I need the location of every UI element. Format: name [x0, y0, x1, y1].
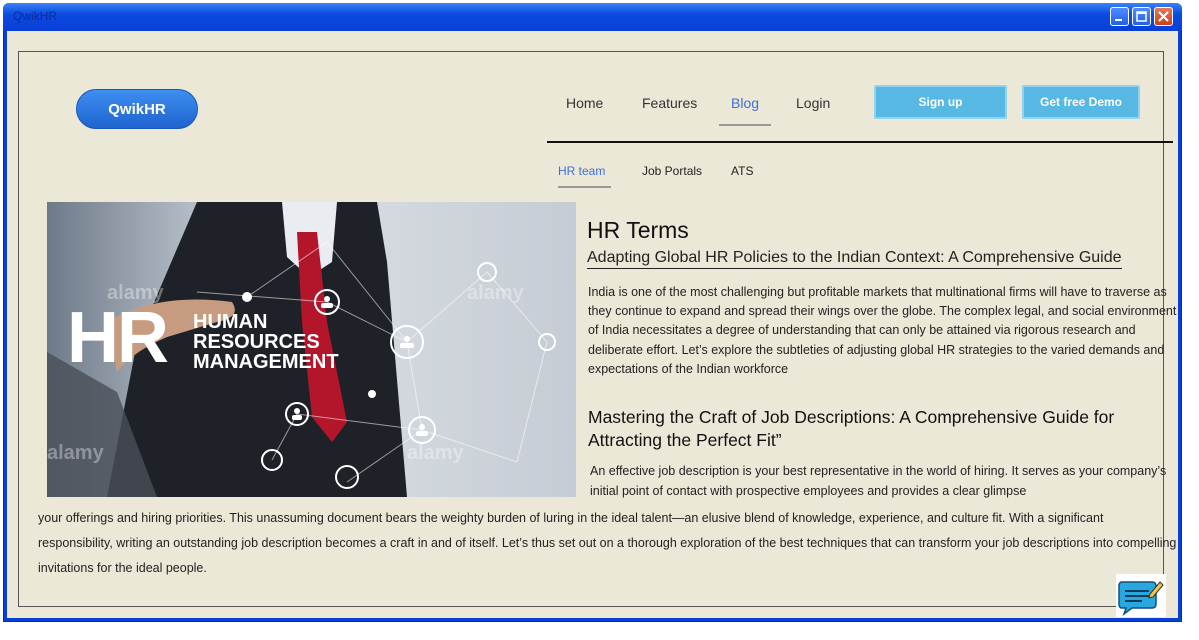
nav-divider: [547, 141, 1173, 143]
hero-image: HR HUMAN RESOURCES MANAGEMENT alamy alam…: [47, 202, 576, 497]
chat-edit-icon[interactable]: [1116, 574, 1166, 617]
content-frame: QwikHR Home Features Blog Login Sign up …: [18, 51, 1176, 617]
hero-hr-line-2: RESOURCES: [193, 331, 320, 353]
signup-button[interactable]: Sign up: [874, 85, 1007, 119]
hero-hr-line-3: MANAGEMENT: [193, 351, 339, 373]
subnav-active-indicator: [558, 186, 611, 188]
subnav-hr-team[interactable]: HR team: [558, 164, 605, 178]
page-title: HR Terms: [587, 217, 689, 243]
post-excerpt: India is one of the most challenging but…: [588, 285, 1177, 376]
post-excerpt-continued: your offerings and hiring priorities. Th…: [38, 511, 1177, 575]
watermark-text: alamy: [407, 442, 464, 464]
subnav-ats[interactable]: ATS: [731, 164, 753, 178]
post-title[interactable]: Mastering the Craft of Job Descriptions:…: [588, 406, 1173, 452]
watermark-text: alamy: [47, 442, 104, 464]
watermark-text: alamy: [467, 282, 524, 304]
close-icon[interactable]: [1154, 7, 1173, 26]
nav-home[interactable]: Home: [566, 95, 603, 111]
nav-login[interactable]: Login: [796, 95, 830, 111]
window-title: QwikHR: [13, 9, 57, 23]
hero-hr-line-1: HUMAN: [193, 311, 268, 333]
title-bar[interactable]: QwikHR: [3, 3, 1182, 31]
nav-features[interactable]: Features: [642, 95, 697, 111]
app-window: QwikHR QwikHR Home Features Blog Login S…: [3, 3, 1182, 622]
nav-blog[interactable]: Blog: [731, 95, 759, 111]
logo-button[interactable]: QwikHR: [76, 89, 198, 129]
minimize-icon[interactable]: [1110, 7, 1129, 26]
maximize-icon[interactable]: [1132, 7, 1151, 26]
post-title-link[interactable]: Adapting Global HR Policies to the India…: [587, 249, 1122, 269]
hero-hr-text: HR: [67, 298, 169, 378]
free-demo-button[interactable]: Get free Demo: [1022, 85, 1140, 119]
watermark-text: alamy: [107, 282, 164, 304]
page-content: QwikHR Home Features Blog Login Sign up …: [7, 31, 1178, 618]
subnav-job-portals[interactable]: Job Portals: [642, 164, 702, 178]
post-excerpt: An effective job description is your bes…: [590, 464, 1167, 498]
nav-active-indicator: [719, 124, 771, 126]
